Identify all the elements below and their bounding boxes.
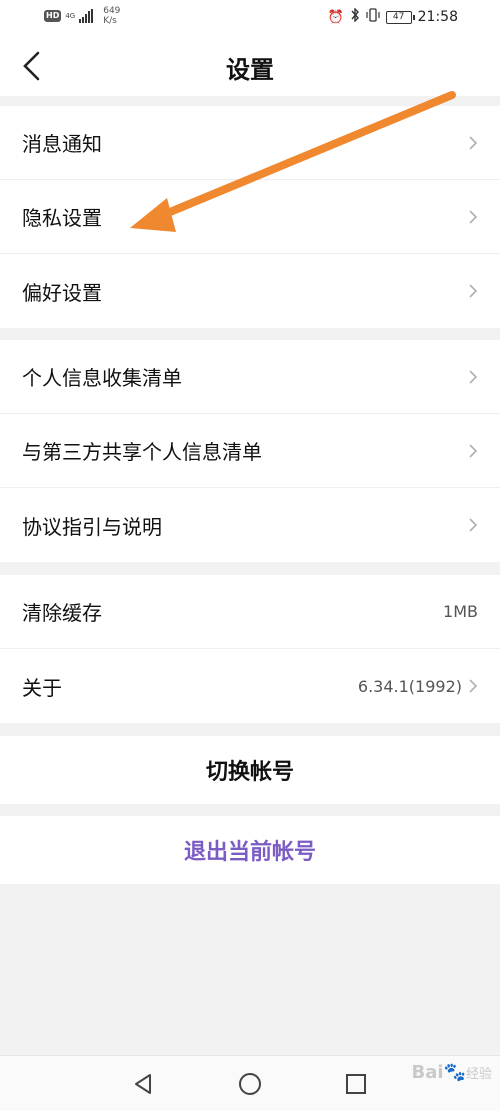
row-preferences[interactable]: 偏好设置: [0, 254, 500, 328]
net-speed: 649 K/s: [103, 6, 120, 26]
row-right: 1MB: [443, 575, 478, 648]
settings-group-system: 清除缓存 1MB 关于 6.34.1(1992): [0, 575, 500, 723]
battery-icon: 47: [385, 10, 415, 24]
hd-badge: HD: [44, 10, 62, 22]
switch-account-button[interactable]: 切换帐号: [0, 736, 500, 804]
row-right: [468, 254, 478, 328]
watermark-suffix: 经验: [465, 1067, 492, 1082]
bluetooth-icon: [350, 7, 360, 26]
net-speed-value: 649: [103, 6, 121, 16]
chevron-right-icon: [469, 135, 478, 150]
row-label: 与第三方共享个人信息清单: [22, 440, 262, 464]
triangle-back-icon: [135, 1074, 151, 1094]
row-about[interactable]: 关于 6.34.1(1992): [0, 649, 500, 723]
row-label: 消息通知: [22, 132, 102, 156]
status-bar-right: ⏰ 47 21:58: [327, 7, 458, 26]
chevron-right-icon: [469, 679, 478, 693]
chevron-right-icon: [469, 518, 478, 532]
watermark: Bai🐾经验: [412, 1062, 492, 1083]
settings-group-info: 个人信息收集清单 与第三方共享个人信息清单 协议指引与说明: [0, 340, 500, 562]
row-right: [468, 106, 478, 179]
chevron-right-icon: [469, 443, 478, 458]
nav-back-button[interactable]: [131, 1072, 155, 1096]
vibrate-icon: [366, 8, 380, 26]
row-label: 偏好设置: [22, 280, 102, 305]
switch-account-label: 切换帐号: [205, 759, 294, 785]
row-clear-cache[interactable]: 清除缓存 1MB: [0, 575, 500, 649]
row-notifications[interactable]: 消息通知: [0, 106, 500, 180]
paw-icon: 🐾: [443, 1062, 466, 1083]
app-version: 6.34.1(1992): [357, 676, 462, 696]
chevron-right-icon: [469, 284, 478, 298]
nav-home-button[interactable]: [238, 1072, 262, 1096]
network-type: 4G: [65, 12, 76, 20]
alarm-icon: ⏰: [327, 9, 344, 25]
chevron-right-icon: [469, 209, 478, 224]
logout-button[interactable]: 退出当前帐号: [0, 816, 500, 884]
row-label: 清除缓存: [22, 601, 102, 625]
signal-icon: [79, 9, 94, 23]
header: 设置: [0, 36, 500, 96]
status-bar-left: HD 4G 649 K/s: [44, 6, 120, 26]
cache-size: 1MB: [443, 602, 478, 621]
row-privacy[interactable]: 隐私设置: [0, 180, 500, 254]
row-agreements[interactable]: 协议指引与说明: [0, 488, 500, 562]
status-bar: HD 4G 649 K/s ⏰ 47 21:58: [0, 0, 500, 36]
row-personal-info-list[interactable]: 个人信息收集清单: [0, 340, 500, 414]
logout-label: 退出当前帐号: [183, 839, 316, 865]
square-recents-icon: [346, 1074, 366, 1094]
row-right: [468, 488, 478, 562]
row-label: 关于: [22, 675, 62, 700]
row-right: [468, 340, 478, 413]
row-label: 隐私设置: [22, 206, 102, 230]
settings-group-general: 消息通知 隐私设置 偏好设置: [0, 106, 500, 328]
row-label: 个人信息收集清单: [22, 366, 182, 390]
row-third-party-sharing[interactable]: 与第三方共享个人信息清单: [0, 414, 500, 488]
row-right: [468, 180, 478, 253]
row-right: [468, 414, 478, 487]
watermark-brand: Bai: [411, 1062, 444, 1083]
nav-recents-button[interactable]: [344, 1072, 368, 1096]
net-speed-unit: K/s: [103, 16, 117, 26]
page-title: 设置: [226, 55, 274, 84]
clock: 21:58: [417, 9, 458, 25]
row-right: 6.34.1(1992): [358, 649, 478, 723]
row-label: 协议指引与说明: [22, 514, 162, 539]
circle-home-icon: [239, 1073, 261, 1095]
chevron-right-icon: [469, 369, 478, 384]
